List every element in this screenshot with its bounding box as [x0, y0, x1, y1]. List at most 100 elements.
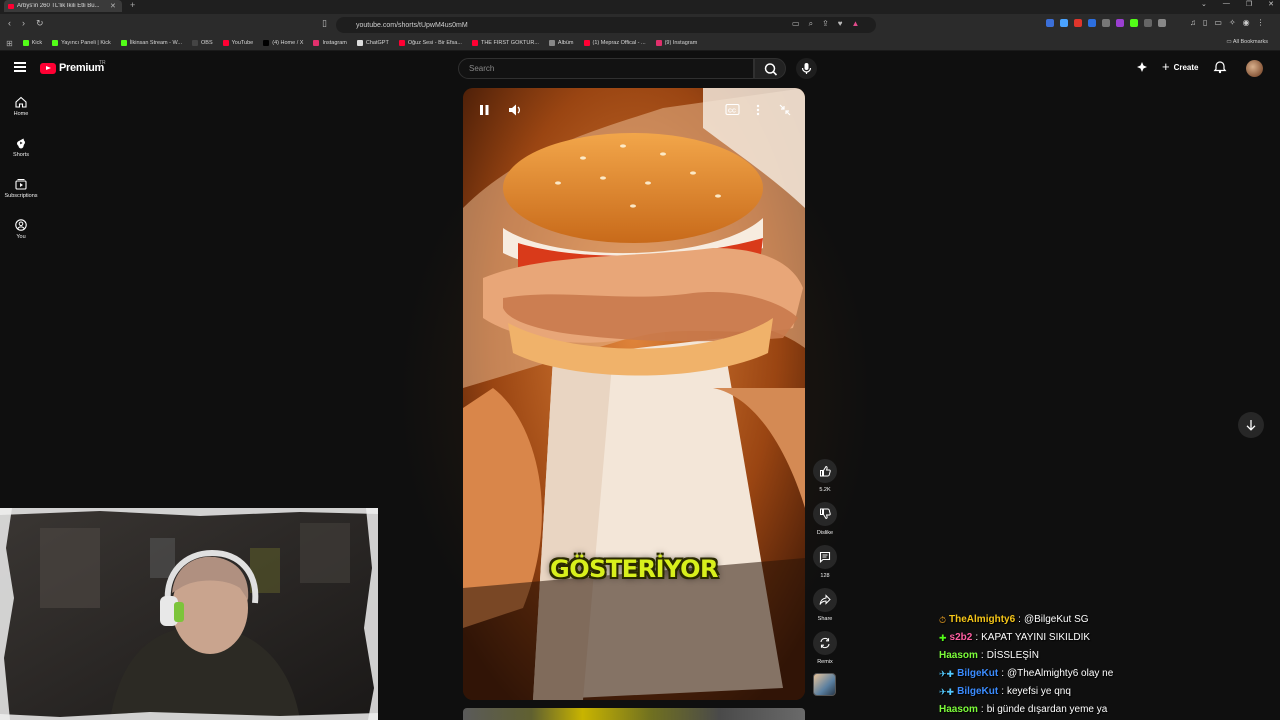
bookmark-item[interactable]: (4) Home / X: [263, 40, 303, 46]
bookmark-item[interactable]: Instagram: [313, 40, 347, 46]
sound-thumbnail[interactable]: [813, 673, 836, 696]
shield-icon[interactable]: ◉: [1243, 18, 1250, 27]
bookmark-item[interactable]: (9) Instagram: [655, 40, 697, 46]
maximize-button[interactable]: ❐: [1246, 0, 1252, 8]
bookmark-item[interactable]: Yayıncı Paneli | Kick: [52, 40, 111, 46]
share-button[interactable]: Share: [812, 588, 838, 622]
profile-icon[interactable]: ▭: [1214, 18, 1222, 27]
share-icon[interactable]: ⇪: [822, 19, 829, 29]
bookmark-item[interactable]: THE FIRST GOKTUR...: [471, 40, 539, 46]
chat-text: keyefsi ye qnq: [1006, 686, 1071, 697]
pause-icon[interactable]: [477, 102, 491, 118]
chat-message: Haasom: DİSSLEŞİN: [939, 647, 1269, 665]
chat-message: Haasom: bi günde dışardan yeme ya: [939, 701, 1269, 719]
share-arrow-icon: [819, 594, 831, 605]
tab-search-icon[interactable]: ⌄: [1201, 0, 1207, 8]
sidebar-item-home[interactable]: Home: [0, 96, 42, 117]
bookmark-page-icon[interactable]: ▯: [322, 18, 327, 29]
bookmark-label: Albüm: [557, 40, 574, 46]
back-button[interactable]: ‹: [8, 18, 11, 28]
sidebar-item-subscriptions[interactable]: Subscriptions: [0, 178, 42, 199]
sidebar-item-label: Home: [13, 111, 29, 117]
zoom-icon[interactable]: ⌕: [809, 19, 813, 29]
extension-icon[interactable]: ▲: [852, 19, 860, 29]
shield-icon[interactable]: ♥: [838, 19, 843, 29]
notifications-bell-icon[interactable]: [1213, 60, 1227, 74]
bookmark-favicon-icon: [222, 40, 229, 46]
sidebar-item-label: You: [16, 234, 26, 240]
sidebar-item-you[interactable]: You: [0, 219, 42, 240]
extension-icon[interactable]: [1088, 19, 1096, 27]
remix-button[interactable]: Remix: [812, 631, 838, 665]
extension-icon[interactable]: [1116, 19, 1124, 27]
window-controls: ⌄ — ❐ ✕: [1201, 0, 1274, 8]
like-button[interactable]: 5.2K: [812, 459, 838, 493]
comments-button[interactable]: 128: [812, 545, 838, 579]
reload-button[interactable]: ↻: [36, 18, 44, 29]
bookmark-folder[interactable]: Albüm: [548, 40, 574, 46]
extension-icon[interactable]: [1158, 19, 1166, 27]
thumbs-down-icon: [820, 508, 831, 520]
menu-icon[interactable]: ⋮: [1257, 18, 1265, 27]
tab-close-icon[interactable]: ✕: [110, 2, 116, 10]
stream-chat-overlay: ⏱ TheAlmighty6: @BilgeKut SG ✚ s2b2: KAP…: [939, 611, 1269, 719]
avatar[interactable]: [1246, 60, 1263, 77]
dislike-button[interactable]: Dislike: [812, 502, 838, 536]
sidebar-icon[interactable]: ▯: [1203, 18, 1207, 27]
media-icon[interactable]: ♫: [1190, 18, 1196, 27]
bookmark-item[interactable]: YouTube: [222, 40, 253, 46]
bookmarks-bar: ⊞ Kick Yayıncı Paneli | Kick İlkinsan St…: [0, 36, 1280, 51]
sidebar-item-shorts[interactable]: Shorts: [0, 137, 42, 158]
collapse-icon[interactable]: [778, 103, 792, 117]
folder-icon: [548, 40, 555, 46]
chat-colon: :: [1018, 614, 1021, 625]
close-window-button[interactable]: ✕: [1268, 0, 1274, 8]
new-tab-button[interactable]: +: [130, 0, 135, 10]
extension-icon[interactable]: [1144, 19, 1152, 27]
bookmark-item[interactable]: OBS: [192, 40, 213, 46]
chat-username: Haasom: [939, 650, 978, 661]
all-bookmarks-button[interactable]: ▭ All Bookmarks: [1226, 39, 1268, 45]
shorts-video-player[interactable]: GÖSTERİYOR: [463, 88, 805, 700]
browser-tab-active[interactable]: Arbys'in 260 TL'lik İkili Etli Bu... ✕: [4, 0, 122, 12]
next-video-button[interactable]: [1238, 412, 1264, 438]
bookmark-label: Instagram: [322, 40, 347, 46]
video-frame-burger: [463, 88, 805, 700]
extension-icon[interactable]: [1102, 19, 1110, 27]
bookmark-item[interactable]: Oğuz Sesi - Bir Efsa...: [398, 40, 462, 46]
extension-icon[interactable]: [1046, 19, 1054, 27]
sparkle-icon[interactable]: [1136, 61, 1148, 73]
volume-icon[interactable]: [507, 102, 523, 118]
bookmark-favicon-icon: [192, 40, 198, 46]
chat-colon: :: [975, 632, 979, 643]
bookmark-label: Kick: [31, 40, 43, 46]
youtube-premium-logo[interactable]: Premium: [40, 62, 104, 74]
captions-icon[interactable]: CC: [725, 103, 740, 116]
apps-icon[interactable]: ⊞: [6, 39, 13, 48]
cast-icon[interactable]: ▭: [792, 19, 800, 29]
extensions-icon[interactable]: ✧: [1229, 18, 1236, 27]
extensions-bar: [1046, 19, 1166, 27]
webcam-image: [0, 508, 378, 720]
chat-username: BilgeKut: [957, 686, 999, 697]
bookmark-item[interactable]: (1) Mepraz Offical - ...: [583, 40, 646, 46]
chat-text: @TheAlmighty6 olay ne: [1006, 668, 1114, 679]
bookmark-item[interactable]: İlkinsan Stream - W...: [120, 40, 182, 46]
next-short-preview[interactable]: [463, 708, 805, 720]
bookmark-item[interactable]: ChatGPT: [356, 40, 389, 46]
bookmark-item[interactable]: Kick: [22, 40, 43, 46]
extension-icon[interactable]: [1060, 19, 1068, 27]
header-actions: + Create: [1136, 60, 1227, 74]
address-bar-actions: ▭ ⌕ ⇪ ♥ ▲: [792, 19, 859, 29]
minimize-button[interactable]: —: [1223, 0, 1230, 8]
forward-button[interactable]: ›: [22, 18, 25, 28]
menu-icon[interactable]: [14, 62, 26, 72]
extension-icon[interactable]: [1074, 19, 1082, 27]
more-options-icon[interactable]: [753, 103, 763, 117]
sidebar-item-label: Subscriptions: [4, 193, 38, 199]
extension-icon[interactable]: [1130, 19, 1138, 27]
you-icon: [15, 219, 27, 231]
browser-tab-strip: Arbys'in 260 TL'lik İkili Etli Bu... ✕ +…: [0, 0, 1280, 14]
create-button[interactable]: + Create: [1158, 60, 1203, 73]
bookmark-favicon-icon: [263, 40, 270, 46]
